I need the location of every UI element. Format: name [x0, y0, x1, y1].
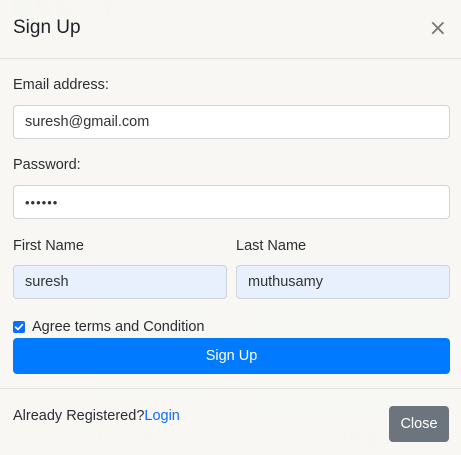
signup-modal: Sign Up × Email address: suresh@gmail.co… [0, 0, 461, 455]
close-icon[interactable]: × [429, 18, 447, 40]
password-label: Password: [13, 157, 81, 173]
modal-title: Sign Up [13, 17, 81, 38]
email-label: Email address: [13, 77, 109, 93]
email-field[interactable]: suresh@gmail.com [13, 105, 450, 139]
check-icon [14, 323, 24, 330]
password-field[interactable]: •••••• [13, 185, 450, 219]
agree-terms[interactable]: Agree terms and Condition [13, 319, 205, 335]
last-name-field[interactable]: muthusamy [236, 265, 450, 299]
last-name-label: Last Name [236, 238, 307, 254]
already-registered-text: Already Registered? [13, 408, 145, 424]
modal-header: Sign Up × [0, 0, 461, 59]
first-name-label: First Name [13, 238, 84, 254]
agree-checkbox[interactable] [13, 320, 25, 333]
first-name-field[interactable]: suresh [13, 265, 227, 299]
login-link[interactable]: Login [144, 408, 179, 424]
already-registered: Already Registered?Login [13, 408, 180, 424]
signup-button[interactable]: Sign Up [13, 338, 450, 374]
footer-divider [0, 388, 461, 389]
agree-label: Agree terms and Condition [32, 319, 205, 335]
close-button[interactable]: Close [389, 406, 449, 442]
